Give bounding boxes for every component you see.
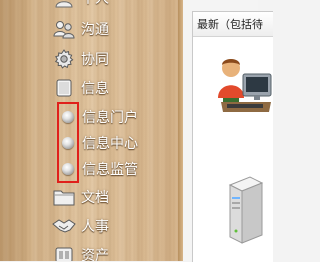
latest-panel: 最新（包括待 — [192, 11, 273, 262]
sub-item-label: 信息门户 — [82, 110, 138, 126]
document-icon — [52, 76, 76, 100]
highlight-annotation-box — [57, 102, 79, 183]
sidebar-item-label: 人事 — [81, 219, 109, 235]
sidebar-item-collaboration[interactable]: 协同 — [52, 47, 109, 71]
user-computer-icon[interactable] — [217, 54, 273, 114]
server-icon[interactable] — [224, 175, 264, 245]
sub-item-label: 信息中心 — [82, 136, 138, 152]
main-content: 最新（包括待 — [183, 0, 273, 262]
sidebar-item-assets[interactable]: 资产 — [52, 243, 109, 261]
sidebar-item-label: 沟通 — [81, 22, 109, 38]
person-icon — [52, 0, 76, 10]
gear-icon — [52, 47, 76, 71]
sidebar-item-personnel[interactable]: 人事 — [52, 214, 109, 238]
panel-title: 最新（包括待 — [193, 12, 273, 37]
asset-icon — [52, 243, 76, 261]
sidebar-item-information[interactable]: 信息 — [52, 76, 109, 100]
sidebar-item-label: 文档 — [81, 190, 109, 206]
sidebar-item-documents[interactable]: 文档 — [52, 185, 109, 209]
sidebar-item-label: 资产 — [81, 248, 109, 261]
chat-icon — [52, 17, 76, 41]
folder-icon — [52, 185, 76, 209]
sidebar-item-label: 信息 — [81, 81, 109, 97]
sidebar: 个人 沟通 协同 — [0, 0, 183, 261]
handshake-icon — [52, 214, 76, 238]
sidebar-item-label: 协同 — [81, 52, 109, 68]
sub-item-label: 信息监管 — [82, 162, 138, 178]
sidebar-item-communication[interactable]: 沟通 — [52, 17, 109, 41]
sidebar-item-personal[interactable]: 个人 — [52, 0, 109, 10]
sidebar-item-label: 个人 — [81, 0, 109, 8]
